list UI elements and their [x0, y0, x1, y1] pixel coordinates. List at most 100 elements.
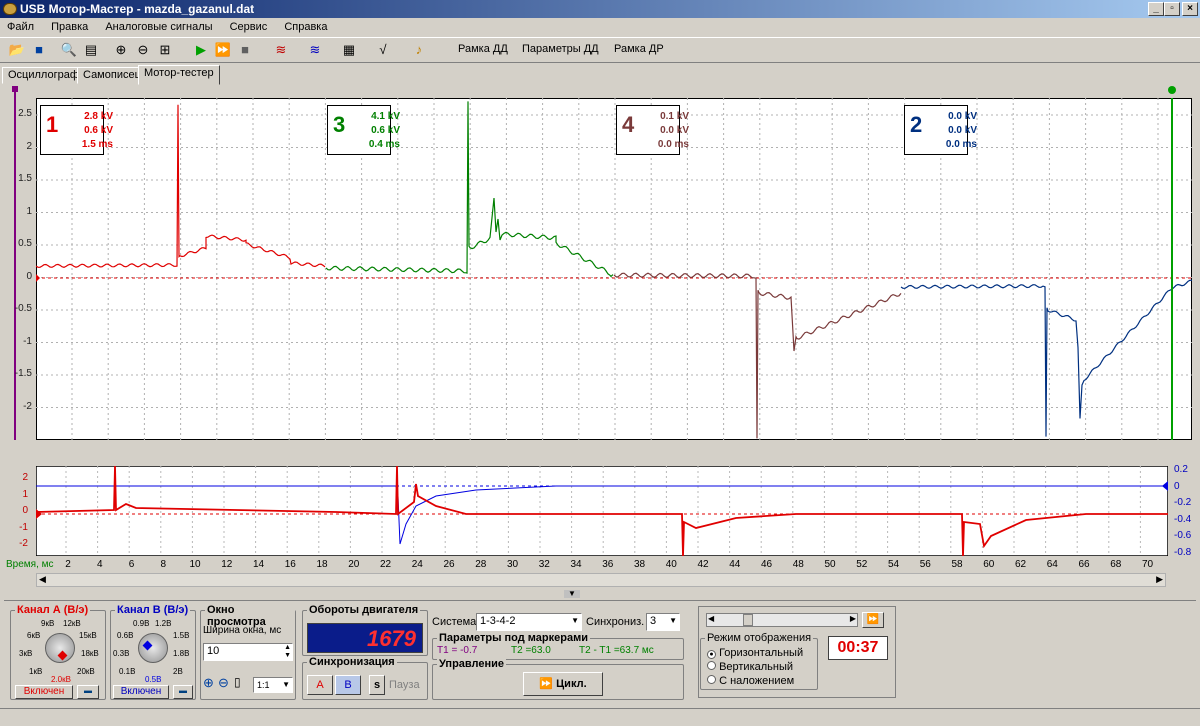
horizontal-scrollbar[interactable]: ◀ ▶	[36, 573, 1166, 587]
overview-left-tick: 1	[22, 488, 28, 500]
window-title: USB Мотор-Мастер - mazda_gazanul.dat	[20, 2, 255, 16]
main-scope-plot[interactable]	[36, 98, 1192, 440]
control-group: Управление ⏩ Цикл.	[432, 658, 684, 700]
channel-b-settings-icon[interactable]: ▬	[173, 685, 193, 699]
x-tick-label: 18	[316, 559, 328, 570]
play-end-button[interactable]: ⏩	[862, 612, 884, 628]
step-icon[interactable]: ⏩	[214, 41, 232, 59]
frame-dr-button[interactable]: Рамка ДР	[614, 43, 664, 55]
chevron-down-icon: ▼	[571, 616, 579, 625]
zoom-out-small-icon[interactable]: ⊖	[218, 675, 229, 691]
chevron-down-icon: ▼	[669, 616, 677, 625]
window-width-input[interactable]: 10 ▲ ▼	[203, 643, 293, 661]
spin-icon[interactable]: ▲ ▼	[284, 644, 291, 660]
y-tick-label: 0	[26, 270, 32, 282]
channel-a-group: Канал А (В/э) 9кВ 12кВ 6кВ 15кВ 3кВ 18кВ…	[10, 604, 106, 700]
mode-overlay-radio[interactable]: С наложением	[707, 675, 794, 687]
zoom-out-icon[interactable]: ⊖	[134, 41, 152, 59]
rpm-display: 1679	[307, 623, 423, 653]
channel-b-enable-button[interactable]: Включен	[113, 685, 169, 699]
scroll-left-icon[interactable]: ◀	[39, 574, 46, 585]
cylinder-3-info: 3 4.1 kV 0.6 kV 0.4 ms	[327, 105, 400, 155]
sync-cyl-select[interactable]: 3 ▼	[646, 613, 680, 631]
markers-group: Параметры под маркерами T1 = -0.7 T2 =63…	[432, 632, 684, 660]
fast-forward-icon: ⏩	[539, 678, 554, 690]
y-tick-label: 1.5	[18, 173, 32, 184]
frame-dd-button[interactable]: Рамка ДД	[458, 43, 508, 55]
close-button[interactable]: ×	[1182, 2, 1198, 16]
overview-left-axis: 2 1 0 -1 -2	[0, 466, 34, 556]
sync-s-button[interactable]: s	[369, 675, 385, 695]
x-tick-label: 10	[189, 559, 201, 570]
minimize-button[interactable]: _	[1148, 2, 1164, 16]
zoom-select[interactable]: 1:1 ▼	[253, 677, 293, 693]
slider-thumb[interactable]	[743, 614, 753, 626]
page-icon[interactable]: ▯	[234, 675, 241, 689]
x-tick-label: 50	[824, 559, 836, 570]
sound-icon[interactable]: ♪	[410, 41, 428, 59]
formula-icon[interactable]: √	[374, 41, 392, 59]
mode-horizontal-radio[interactable]: ● Горизонтальный	[707, 647, 803, 659]
params-dd-button[interactable]: Параметры ДД	[522, 43, 599, 55]
zoom-fit-icon[interactable]: ⊞	[156, 41, 174, 59]
print-preview-icon[interactable]: 🔍	[60, 41, 78, 59]
zoom-in-small-icon[interactable]: ⊕	[203, 675, 214, 691]
open-icon[interactable]: 📂	[8, 41, 26, 59]
mode-vertical-radio[interactable]: Вертикальный	[707, 661, 793, 673]
sync-group: Синхронизация A B s Пауза	[302, 656, 428, 700]
tab-motor-tester[interactable]: Мотор-тестер	[138, 65, 220, 85]
maximize-button[interactable]: ▫	[1164, 2, 1180, 16]
app-icon	[3, 3, 17, 15]
overview-left-tick: 2	[22, 472, 28, 483]
radio-checked-icon: ●	[707, 650, 716, 659]
menu-help[interactable]: Справка	[277, 18, 334, 36]
menu-analog[interactable]: Аналоговые сигналы	[98, 18, 219, 36]
x-tick-label: 22	[379, 559, 392, 570]
save-icon[interactable]: ■	[30, 41, 48, 59]
x-tick-label: 6	[128, 559, 135, 570]
zoom-in-icon[interactable]: ⊕	[112, 41, 130, 59]
slider-right-icon[interactable]: ▶	[850, 614, 856, 623]
y-tick-label: 2.5	[18, 108, 32, 119]
x-axis: Время, мс 2 4 6 8 10 12 14 16 18 20 22 24 26 28 30 32 34…	[0, 559, 1200, 573]
cycle-button[interactable]: ⏩ Цикл.	[523, 672, 603, 696]
system-select[interactable]: 1-3-4-2 ▼	[476, 613, 582, 631]
scroll-right-icon[interactable]: ▶	[1156, 574, 1163, 585]
channel-a-knob[interactable]	[45, 633, 75, 663]
display-mode-group: Режим отображения ● Горизонтальный Верти…	[700, 632, 818, 690]
overview-right-axis: 0.2 0 -0.2 -0.4 -0.6 -0.8	[1170, 464, 1200, 558]
x-tick-label: 40	[665, 559, 677, 570]
print-icon[interactable]: ▤	[82, 41, 100, 59]
pause-label[interactable]: Пауза	[389, 679, 420, 691]
marker-t1-value: T1 = -0.7	[437, 645, 478, 656]
channel-a-enable-button[interactable]: Включен	[15, 685, 73, 699]
channel-a-settings-icon[interactable]: ▬	[77, 685, 99, 699]
x-tick-label: 52	[856, 559, 868, 570]
x-tick-label: 66	[1078, 559, 1090, 570]
x-tick-label: 68	[1110, 559, 1122, 570]
overview-left-tick: 0	[22, 505, 28, 516]
menu-service[interactable]: Сервис	[223, 18, 275, 36]
x-tick-label: 38	[633, 559, 646, 570]
slider-left-icon[interactable]: ◀	[708, 614, 714, 623]
overview-right-tick: -0.4	[1174, 513, 1192, 525]
calculator-icon[interactable]: ▦	[340, 41, 358, 59]
sync-b-button[interactable]: B	[335, 675, 361, 695]
overview-plot[interactable]	[36, 466, 1168, 556]
sync-a-button[interactable]: A	[307, 675, 333, 695]
x-tick-label: 8	[160, 559, 167, 570]
playback-slider[interactable]: ◀ ▶	[706, 613, 858, 627]
menu-edit[interactable]: Правка	[44, 18, 95, 36]
chevron-down-icon: ▼	[282, 680, 290, 689]
menu-file[interactable]: Файл	[0, 18, 41, 36]
overview-left-tick: -1	[19, 521, 28, 533]
play-icon[interactable]: ▶	[192, 41, 210, 59]
tab-oscilloscope[interactable]: Осциллограф	[2, 67, 85, 84]
channel-b-knob[interactable]	[138, 633, 168, 663]
channel-b-icon[interactable]: ≋	[306, 41, 324, 59]
channel-a-icon[interactable]: ≋	[272, 41, 290, 59]
splitter-icon[interactable]: ▼	[564, 590, 580, 598]
marker-t2-handle[interactable]	[1168, 86, 1176, 94]
tab-recorder[interactable]: Самописец	[77, 67, 147, 84]
stop-icon[interactable]: ■	[236, 41, 254, 59]
